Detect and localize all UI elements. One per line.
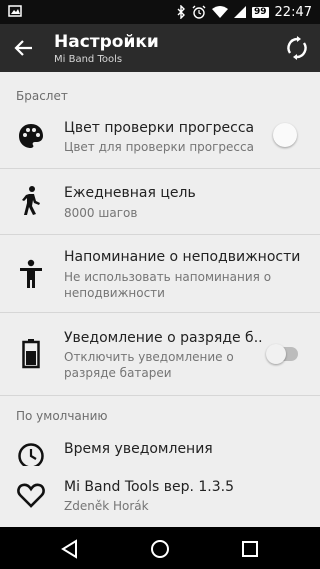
setting-summary-line: Отключить уведомление о	[64, 350, 234, 364]
walking-icon	[18, 185, 48, 215]
clock-icon	[17, 442, 47, 466]
battery-icon	[22, 339, 52, 369]
setting-summary-line: неподвижности	[64, 286, 165, 300]
page-title: Настройки	[54, 32, 159, 52]
signal-icon	[234, 6, 246, 18]
setting-notification-time[interactable]: Время уведомления	[0, 428, 320, 466]
app-bar: Настройки Mi Band Tools	[0, 24, 320, 72]
setting-summary: 8000 шагов	[64, 206, 138, 220]
setting-title: Напоминание о неподвижности	[64, 249, 301, 265]
section-header-default: По умолчанию	[16, 409, 108, 423]
version-info[interactable]: Mi Band Tools вер. 1.3.5 Zdeněk Horák	[0, 466, 320, 527]
color-preview-circle[interactable]	[273, 123, 297, 147]
navigation-bar	[0, 527, 320, 569]
palette-icon	[17, 122, 47, 152]
setting-progress-color[interactable]: Цвет проверки прогресса Цвет для проверк…	[0, 108, 320, 168]
battery-icon: 99	[252, 6, 269, 18]
standing-person-icon	[18, 259, 48, 289]
clock-time: 22:47	[274, 4, 312, 20]
back-arrow-icon[interactable]	[12, 36, 36, 60]
bluetooth-icon	[176, 5, 186, 19]
switch-knob	[266, 344, 286, 364]
setting-summary-line: Не использовать напоминания о	[64, 270, 272, 284]
divider	[0, 395, 320, 396]
home-circle-icon[interactable]	[148, 537, 172, 561]
gallery-icon	[8, 4, 22, 18]
section-header-bracelet: Браслет	[16, 89, 68, 103]
setting-summary: Цвет для проверки прогресса	[64, 140, 254, 154]
setting-title: Уведомление о разряде б..	[64, 330, 263, 346]
sync-icon[interactable]	[284, 35, 310, 61]
setting-daily-goal[interactable]: Ежедневная цель 8000 шагов	[0, 169, 320, 233]
back-triangle-icon[interactable]	[58, 537, 82, 561]
wifi-icon	[212, 6, 228, 18]
status-bar: 99 22:47	[0, 0, 320, 24]
setting-low-battery-notification[interactable]: Уведомление о разряде б.. Отключить увед…	[0, 313, 320, 395]
low-battery-switch[interactable]	[266, 344, 298, 364]
setting-summary-line: разряде батареи	[64, 366, 172, 380]
heart-icon	[17, 482, 47, 512]
recents-square-icon[interactable]	[238, 537, 262, 561]
page-subtitle: Mi Band Tools	[54, 54, 123, 65]
setting-inactivity-reminder[interactable]: Напоминание о неподвижности Не использов…	[0, 235, 320, 313]
app-author: Zdeněk Horák	[64, 499, 149, 513]
setting-title: Ежедневная цель	[64, 185, 196, 201]
setting-title: Цвет проверки прогресса	[64, 120, 255, 136]
app-version: Mi Band Tools вер. 1.3.5	[64, 479, 235, 495]
setting-title: Время уведомления	[64, 441, 213, 457]
alarm-icon	[192, 5, 206, 19]
